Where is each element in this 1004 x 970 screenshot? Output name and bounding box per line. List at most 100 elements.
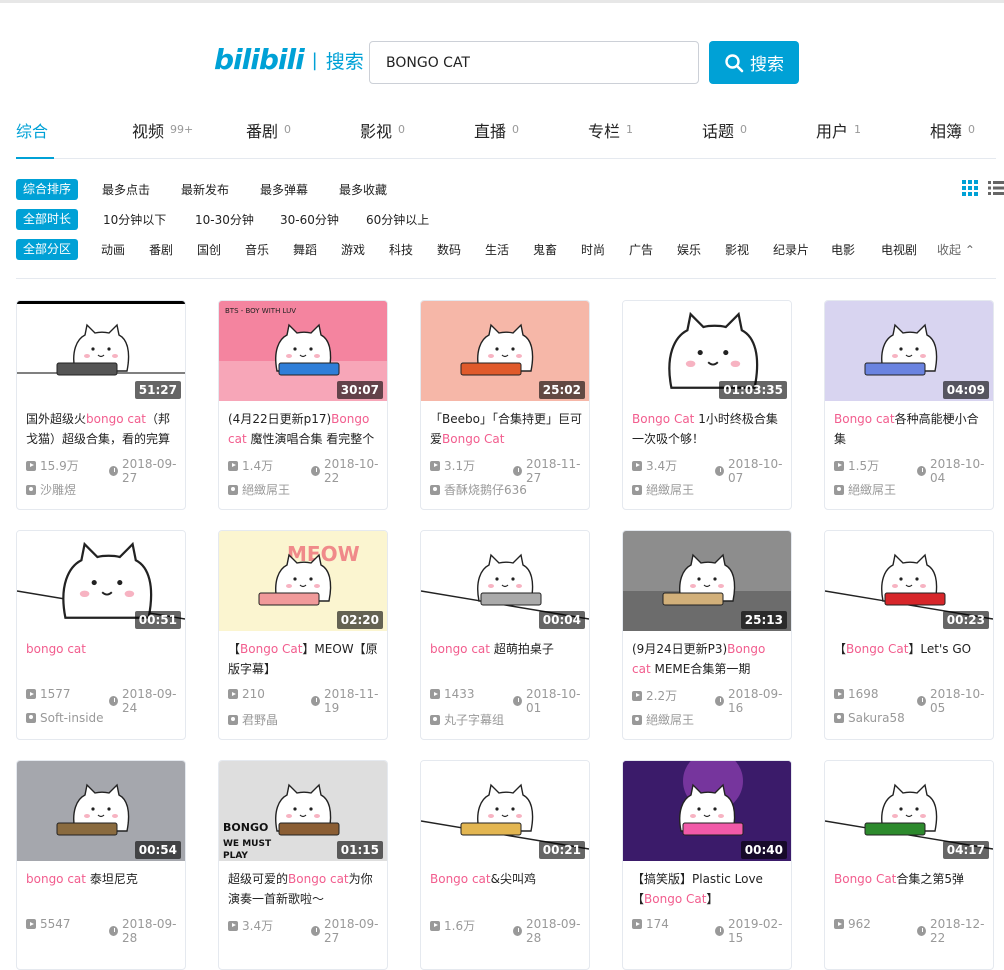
video-card[interactable]: 00:54 bongo cat 泰坦尼克 5547 2018-09-28 — [16, 760, 186, 970]
video-title[interactable]: 「Beebo」「合集持更」巨可爱Bongo Cat — [430, 409, 582, 449]
search-button[interactable]: 搜索 — [709, 41, 799, 84]
filter-duration-option[interactable]: 60分钟以上 — [366, 211, 429, 228]
search-input[interactable]: BONGO CAT — [369, 41, 699, 84]
filter-zone-option[interactable]: 生活 — [485, 241, 509, 258]
filter-zone-option[interactable]: 纪录片 — [773, 241, 809, 258]
video-title[interactable]: 国外超级火bongo cat（邦戈猫）超级合集，看的完算 — [26, 409, 178, 449]
tab-0[interactable]: 综合 — [16, 118, 55, 159]
filter-zone-option[interactable]: 鬼畜 — [533, 241, 557, 258]
video-title[interactable]: Bongo cat各种高能梗小合集 — [834, 409, 986, 449]
video-title[interactable]: 超级可爱的Bongo cat为你演奏一首新歌啦～ — [228, 869, 380, 909]
video-title[interactable]: 【Bongo Cat】Let's GO — [834, 639, 986, 679]
video-card[interactable]: BTS - BOY WITH LUV 30:07 (4月22日更新p17)Bongo… — [218, 300, 388, 510]
video-card[interactable]: 00:21 Bongo cat&尖叫鸡 1.6万 2018-09-28 — [420, 760, 590, 970]
uploader[interactable]: 沙雕煜 — [26, 481, 76, 498]
filter-zone-selected[interactable]: 全部分区 — [16, 238, 79, 260]
video-thumbnail[interactable]: 01:03:35 — [623, 301, 791, 401]
video-title[interactable]: Bongo Cat 1小时终极合集 一次吸个够！ — [632, 409, 784, 449]
video-card[interactable]: 25:13 (9月24日更新P3)Bongo cat MEME合集第一期 2.2万 2… — [622, 530, 792, 740]
filter-zone-option[interactable]: 国创 — [197, 241, 221, 258]
video-card[interactable]: 00:23 【Bongo Cat】Let's GO 1698 2018-10-05 Sa… — [824, 530, 994, 740]
collapse-toggle[interactable]: 收起 ⌃ — [937, 241, 975, 258]
video-title[interactable]: (4月22日更新p17)Bongo cat 魔性演唱合集 看完整个 — [228, 409, 380, 449]
filter-duration-option[interactable]: 30-60分钟 — [280, 211, 339, 228]
grid-view-icon[interactable] — [962, 180, 978, 196]
video-thumbnail[interactable]: 51:27 — [17, 301, 185, 401]
uploader[interactable]: 絕緻屌王 — [834, 481, 896, 498]
uploader[interactable]: 香酥烧鹅仔636 — [430, 481, 527, 498]
video-title[interactable]: 【Bongo Cat】MEOW【原版字幕】 — [228, 639, 380, 679]
filter-zone-option[interactable]: 动画 — [101, 241, 125, 258]
uploader[interactable]: 絕緻屌王 — [228, 481, 290, 498]
video-thumbnail[interactable]: 04:09 — [825, 301, 993, 401]
video-card[interactable]: 25:02 「Beebo」「合集持更」巨可爱Bongo Cat 3.1万 2018-1… — [420, 300, 590, 510]
video-title[interactable]: Bongo Cat合集之第5弹 — [834, 869, 986, 909]
video-thumbnail[interactable]: MEOW 02:20 — [219, 531, 387, 631]
video-thumbnail[interactable]: 25:13 — [623, 531, 791, 631]
video-card[interactable]: 04:17 Bongo Cat合集之第5弹 962 2018-12-22 — [824, 760, 994, 970]
tab-6[interactable]: 话题 0 — [702, 118, 747, 158]
video-thumbnail[interactable]: 00:51 — [17, 531, 185, 631]
filter-zone-option[interactable]: 数码 — [437, 241, 461, 258]
bilibili-logo[interactable]: bilibili | 搜索 — [214, 46, 364, 74]
video-title[interactable]: bongo cat 超萌拍桌子 — [430, 639, 582, 679]
filter-zone-option[interactable]: 时尚 — [581, 241, 605, 258]
filter-zone-option[interactable]: 娱乐 — [677, 241, 701, 258]
tab-8[interactable]: 相簿 0 — [930, 118, 975, 158]
filter-sort-option[interactable]: 最多点击 — [102, 181, 150, 198]
filter-zone-option[interactable]: 舞蹈 — [293, 241, 317, 258]
video-title[interactable]: bongo cat — [26, 639, 178, 679]
filter-zone-option[interactable]: 电影 — [831, 241, 855, 258]
video-thumbnail[interactable]: 04:17 — [825, 761, 993, 861]
filter-zone-option[interactable]: 音乐 — [245, 241, 269, 258]
video-duration: 04:17 — [942, 841, 989, 859]
video-thumbnail[interactable]: 25:02 — [421, 301, 589, 401]
video-thumbnail[interactable]: 00:54 — [17, 761, 185, 861]
uploader[interactable]: 絕緻屌王 — [632, 481, 694, 498]
video-title[interactable]: Bongo cat&尖叫鸡 — [430, 869, 582, 909]
tab-4[interactable]: 直播 0 — [474, 118, 519, 158]
video-card[interactable]: BONGO WE MUST PLAY 01:15 超级可爱的Bongo cat为你演奏一… — [218, 760, 388, 970]
filter-zone-option[interactable]: 广告 — [629, 241, 653, 258]
video-title[interactable]: 【搞笑版】Plastic Love【Bongo Cat】 — [632, 869, 784, 909]
filter-zone-option[interactable]: 游戏 — [341, 241, 365, 258]
video-card[interactable]: 00:51 bongo cat 1577 2018-09-24 Soft-inside — [16, 530, 186, 740]
tab-7[interactable]: 用户 1 — [816, 118, 861, 158]
video-thumbnail[interactable]: 00:04 — [421, 531, 589, 631]
filter-zone-option[interactable]: 电视剧 — [881, 241, 917, 258]
filter-sort-option[interactable]: 最多弹幕 — [260, 181, 308, 198]
video-card[interactable]: 51:27 国外超级火bongo cat（邦戈猫）超级合集，看的完算 15.9万 20… — [16, 300, 186, 510]
video-card[interactable]: 01:03:35 Bongo Cat 1小时终极合集 一次吸个够！ 3.4万 2018… — [622, 300, 792, 510]
play-count: 210 — [228, 687, 265, 701]
filter-sort-option[interactable]: 最多收藏 — [339, 181, 387, 198]
video-thumbnail[interactable]: 00:21 — [421, 761, 589, 861]
video-title[interactable]: (9月24日更新P3)Bongo cat MEME合集第一期 — [632, 639, 784, 679]
filter-zone-option[interactable]: 科技 — [389, 241, 413, 258]
video-card[interactable]: 00:40 【搞笑版】Plastic Love【Bongo Cat】 174 2019… — [622, 760, 792, 970]
uploader[interactable]: 絕緻屌王 — [632, 711, 694, 728]
uploader[interactable]: 君野晶 — [228, 711, 278, 728]
video-title[interactable]: bongo cat 泰坦尼克 — [26, 869, 178, 909]
uploader[interactable]: Sakura58 — [834, 711, 905, 725]
tab-5[interactable]: 专栏 1 — [588, 118, 633, 158]
tab-3[interactable]: 影视 0 — [360, 118, 405, 158]
filter-duration-option[interactable]: 10-30分钟 — [195, 211, 254, 228]
video-thumbnail[interactable]: 00:23 — [825, 531, 993, 631]
video-thumbnail[interactable]: BONGO WE MUST PLAY 01:15 — [219, 761, 387, 861]
video-thumbnail[interactable]: BTS - BOY WITH LUV 30:07 — [219, 301, 387, 401]
video-thumbnail[interactable]: 00:40 — [623, 761, 791, 861]
filter-zone-option[interactable]: 影视 — [725, 241, 749, 258]
filter-sort-option[interactable]: 最新发布 — [181, 181, 229, 198]
list-view-icon[interactable] — [988, 180, 1004, 196]
uploader[interactable]: 丸子字幕组 — [430, 711, 504, 728]
filter-duration-selected[interactable]: 全部时长 — [16, 208, 79, 230]
tab-2[interactable]: 番剧 0 — [246, 118, 291, 158]
video-card[interactable]: 04:09 Bongo cat各种高能梗小合集 1.5万 2018-10-04 絕緻屌王 — [824, 300, 994, 510]
filter-zone-option[interactable]: 番剧 — [149, 241, 173, 258]
tab-1[interactable]: 视频 99+ — [132, 118, 193, 158]
filter-duration-option[interactable]: 10分钟以下 — [103, 211, 166, 228]
video-card[interactable]: 00:04 bongo cat 超萌拍桌子 1433 2018-10-01 丸子字幕组 — [420, 530, 590, 740]
filter-sort-selected[interactable]: 综合排序 — [16, 178, 79, 200]
video-card[interactable]: MEOW 02:20 【Bongo Cat】MEOW【原版字幕】 210 2018-11… — [218, 530, 388, 740]
uploader[interactable]: Soft-inside — [26, 711, 104, 725]
